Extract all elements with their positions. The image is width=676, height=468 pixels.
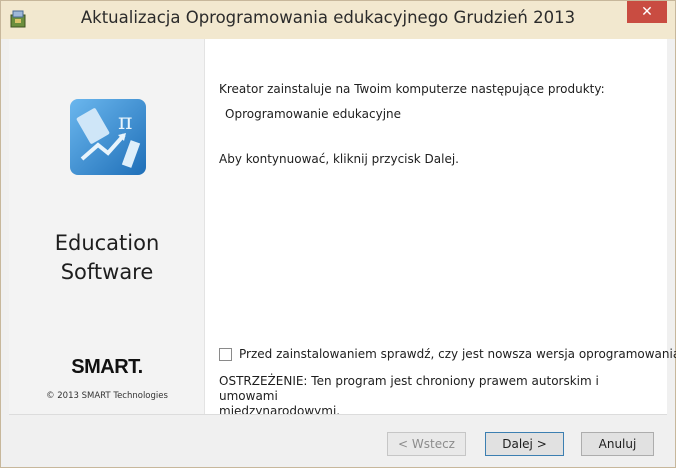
cancel-button[interactable]: Anuluj (581, 432, 654, 456)
back-button[interactable]: < Wstecz (387, 432, 466, 456)
side-panel: π Education Software SMART. © 2013 SMART… (9, 39, 205, 414)
product-name: Education Software (9, 229, 205, 287)
check-updates-label[interactable]: Przed zainstalowaniem sprawdź, czy jest … (239, 347, 676, 361)
product-list-item: Oprogramowanie edukacyjne (225, 107, 402, 121)
close-button[interactable]: ✕ (627, 1, 667, 23)
education-software-icon: π (70, 99, 146, 175)
instruction-text: Aby kontynuować, kliknij przycisk Dalej. (219, 152, 459, 166)
wizard-content: π Education Software SMART. © 2013 SMART… (9, 39, 676, 418)
copyright-warning: OSTRZEŻENIE: Ten program jest chroniony … (219, 374, 659, 419)
intro-text: Kreator zainstaluje na Twoim komputerze … (219, 82, 605, 96)
close-icon: ✕ (641, 4, 653, 20)
smart-logo: SMART. (71, 356, 143, 378)
window-title: Aktualizacja Oprogramowania edukacyjnego… (80, 8, 576, 27)
next-button[interactable]: Dalej > (485, 432, 564, 456)
warning-line1: OSTRZEŻENIE: Ten program jest chroniony … (219, 374, 599, 403)
check-updates-row[interactable]: Przed zainstalowaniem sprawdź, czy jest … (219, 346, 676, 362)
installer-window: Aktualizacja Oprogramowania edukacyjnego… (0, 0, 676, 468)
title-bar[interactable]: Aktualizacja Oprogramowania edukacyjnego… (1, 1, 675, 39)
product-name-line1: Education (54, 231, 160, 255)
check-updates-checkbox[interactable] (219, 347, 232, 361)
copyright-text: © 2013 SMART Technologies (46, 391, 168, 401)
svg-text:π: π (118, 110, 132, 135)
product-name-line2: Software (60, 260, 154, 284)
button-bar: < Wstecz Dalej > Anuluj (9, 414, 667, 464)
main-pane: Kreator zainstaluje na Twoim komputerze … (205, 39, 676, 418)
